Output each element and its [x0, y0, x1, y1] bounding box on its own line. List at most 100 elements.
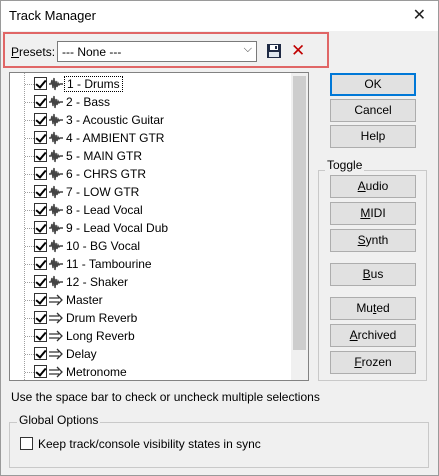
tree-branch [25, 336, 34, 337]
track-row[interactable]: 2 - Bass [10, 93, 295, 111]
toggle-midi-button[interactable]: MIDI [330, 202, 416, 225]
track-checkbox[interactable] [34, 239, 47, 252]
track-checkbox[interactable] [34, 293, 47, 306]
track-checkbox[interactable] [34, 257, 47, 270]
presets-selected-value: --- None --- [62, 45, 122, 59]
track-label: Drum Reverb [66, 311, 138, 325]
sync-visibility-label: Keep track/console visibility states in … [38, 437, 261, 451]
track-row[interactable]: 8 - Lead Vocal [10, 201, 295, 219]
track-row[interactable]: 4 - AMBIENT GTR [10, 129, 295, 147]
track-checkbox[interactable] [34, 203, 47, 216]
track-label: 3 - Acoustic Guitar [66, 113, 165, 127]
presets-label: Presets: [11, 45, 56, 59]
hint-text: Use the space bar to check or uncheck mu… [11, 390, 320, 404]
audio-waveform-icon [48, 238, 64, 254]
track-row[interactable]: Metronome [10, 363, 295, 380]
track-row[interactable]: 7 - LOW GTR [10, 183, 295, 201]
track-checkbox[interactable] [34, 329, 47, 342]
track-checkbox[interactable] [34, 185, 47, 198]
tree-branch [25, 372, 34, 373]
tree-branch [25, 318, 34, 319]
audio-waveform-icon [48, 220, 64, 236]
bus-arrow-icon [48, 328, 64, 344]
audio-waveform-icon [48, 130, 64, 146]
track-list[interactable]: 1 - Drums 2 - Bass 3 - Acoustic Guitar 4 - … [9, 72, 309, 381]
bus-arrow-icon [48, 310, 64, 326]
toggle-frozen-button[interactable]: Frozen [330, 351, 416, 374]
audio-waveform-icon [48, 148, 64, 164]
cancel-button[interactable]: Cancel [330, 99, 416, 122]
help-button[interactable]: Help [330, 125, 416, 148]
tree-branch [25, 264, 34, 265]
track-checkbox[interactable] [34, 95, 47, 108]
track-checkbox[interactable] [34, 311, 47, 324]
red-x-icon[interactable]: ✕ [291, 41, 305, 61]
tree-branch [25, 102, 34, 103]
window-title: Track Manager [9, 8, 96, 23]
tree-branch [25, 156, 34, 157]
track-label: 12 - Shaker [66, 275, 129, 289]
toggle-synth-button[interactable]: Synth [330, 229, 416, 252]
tree-branch [25, 354, 34, 355]
toggle-audio-button[interactable]: Audio [330, 175, 416, 198]
audio-waveform-icon [48, 202, 64, 218]
tree-branch [25, 120, 34, 121]
track-checkbox[interactable] [34, 347, 47, 360]
track-label: 5 - MAIN GTR [66, 149, 143, 163]
audio-waveform-icon [48, 274, 64, 290]
tree-branch [25, 228, 34, 229]
toggle-muted-button[interactable]: Muted [330, 297, 416, 320]
track-row[interactable]: Delay [10, 345, 295, 363]
sync-visibility-checkbox[interactable] [20, 437, 33, 450]
close-icon[interactable]: ✕ [413, 5, 426, 25]
tree-branch [25, 282, 34, 283]
audio-waveform-icon [48, 94, 64, 110]
audio-waveform-icon [48, 112, 64, 128]
track-checkbox[interactable] [34, 167, 47, 180]
track-label: 2 - Bass [66, 95, 111, 109]
tree-branch [25, 246, 34, 247]
track-row[interactable]: 3 - Acoustic Guitar [10, 111, 295, 129]
track-row[interactable]: Master [10, 291, 295, 309]
tree-branch [25, 210, 34, 211]
track-label: Metronome [66, 365, 127, 379]
audio-waveform-icon [48, 184, 64, 200]
bus-arrow-icon [48, 292, 64, 308]
floppy-disk-icon[interactable] [266, 43, 282, 59]
track-label: 7 - LOW GTR [66, 185, 140, 199]
track-checkbox[interactable] [34, 149, 47, 162]
track-checkbox[interactable] [34, 113, 47, 126]
vertical-scrollbar[interactable] [291, 73, 308, 380]
track-checkbox[interactable] [34, 131, 47, 144]
presets-dropdown[interactable]: --- None --- ⌵ [57, 41, 257, 62]
track-checkbox[interactable] [34, 275, 47, 288]
toggle-bus-button[interactable]: Bus [330, 263, 416, 286]
track-checkbox[interactable] [34, 365, 47, 378]
global-options-title: Global Options [17, 413, 101, 427]
bus-arrow-icon [48, 346, 64, 362]
scrollbar-thumb[interactable] [293, 76, 306, 350]
track-label: 10 - BG Vocal [66, 239, 141, 253]
track-row[interactable]: Drum Reverb [10, 309, 295, 327]
tree-branch [25, 174, 34, 175]
track-row[interactable]: Long Reverb [10, 327, 295, 345]
toggle-group-title: Toggle [325, 158, 365, 172]
track-label: Long Reverb [66, 329, 135, 343]
track-row[interactable]: 10 - BG Vocal [10, 237, 295, 255]
track-row[interactable]: 6 - CHRS GTR [10, 165, 295, 183]
track-row[interactable]: 12 - Shaker [10, 273, 295, 291]
track-row[interactable]: 5 - MAIN GTR [10, 147, 295, 165]
ok-button[interactable]: OK [330, 73, 416, 96]
track-row[interactable]: 9 - Lead Vocal Dub [10, 219, 295, 237]
track-label: 4 - AMBIENT GTR [66, 131, 165, 145]
track-checkbox[interactable] [34, 77, 47, 90]
track-row[interactable]: 1 - Drums [10, 75, 295, 93]
track-row[interactable]: 11 - Tambourine [10, 255, 295, 273]
bus-arrow-icon [48, 364, 64, 380]
audio-waveform-icon [48, 76, 64, 92]
tree-branch [25, 300, 34, 301]
track-checkbox[interactable] [34, 221, 47, 234]
track-label: 11 - Tambourine [66, 257, 152, 271]
toggle-archived-button[interactable]: Archived [330, 324, 416, 347]
track-label: 1 - Drums [64, 76, 123, 92]
